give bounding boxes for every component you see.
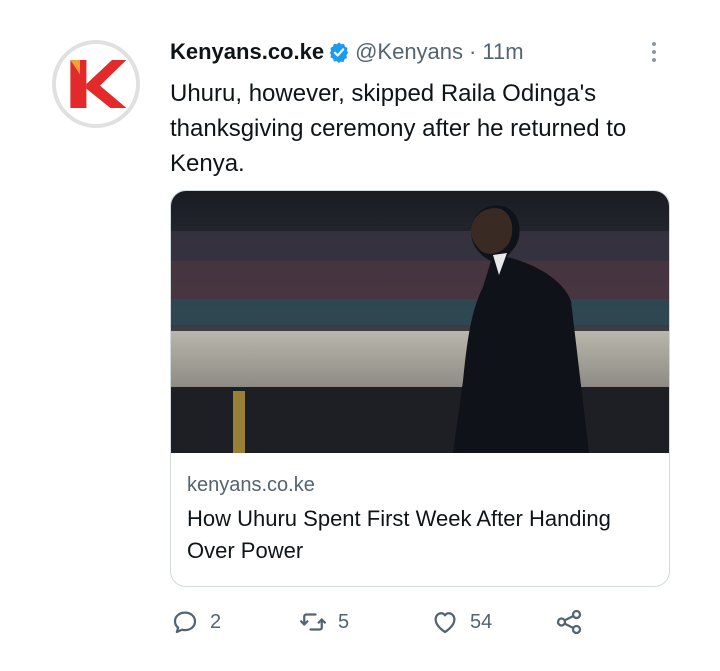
share-button[interactable] bbox=[554, 604, 584, 640]
verified-badge-icon bbox=[328, 41, 350, 63]
card-image bbox=[171, 191, 669, 453]
retweet-button[interactable]: 5 bbox=[298, 604, 349, 640]
card-title[interactable]: How Uhuru Spent First Week After Handing… bbox=[187, 503, 647, 567]
card-meta: kenyans.co.ke How Uhuru Spent First Week… bbox=[187, 473, 647, 567]
retweet-icon bbox=[298, 607, 328, 637]
reply-count: 2 bbox=[210, 610, 222, 633]
tweet-text: Uhuru, however, skipped Raila Odinga's t… bbox=[170, 80, 627, 177]
author-name[interactable]: Kenyans.co.ke bbox=[170, 38, 324, 66]
author-handle[interactable]: @Kenyans bbox=[355, 38, 463, 66]
link-card[interactable]: kenyans.co.ke How Uhuru Spent First Week… bbox=[170, 190, 670, 587]
avatar[interactable] bbox=[52, 40, 140, 128]
reply-button[interactable]: 2 bbox=[170, 604, 221, 640]
timestamp[interactable]: 11m bbox=[482, 38, 523, 66]
like-count: 54 bbox=[470, 610, 493, 633]
retweet-count: 5 bbox=[338, 610, 350, 633]
action-bar: 2 5 54 bbox=[170, 604, 670, 640]
separator-dot: · bbox=[469, 39, 477, 64]
card-domain: kenyans.co.ke bbox=[187, 474, 315, 496]
reply-icon bbox=[170, 607, 200, 637]
kenyans-logo bbox=[56, 44, 136, 124]
heart-icon bbox=[430, 607, 460, 637]
tweet-header: Kenyans.co.ke @Kenyans · 11m bbox=[170, 38, 524, 66]
more-options-icon[interactable] bbox=[646, 38, 662, 66]
share-icon bbox=[554, 607, 584, 637]
like-button[interactable]: 54 bbox=[430, 604, 492, 640]
